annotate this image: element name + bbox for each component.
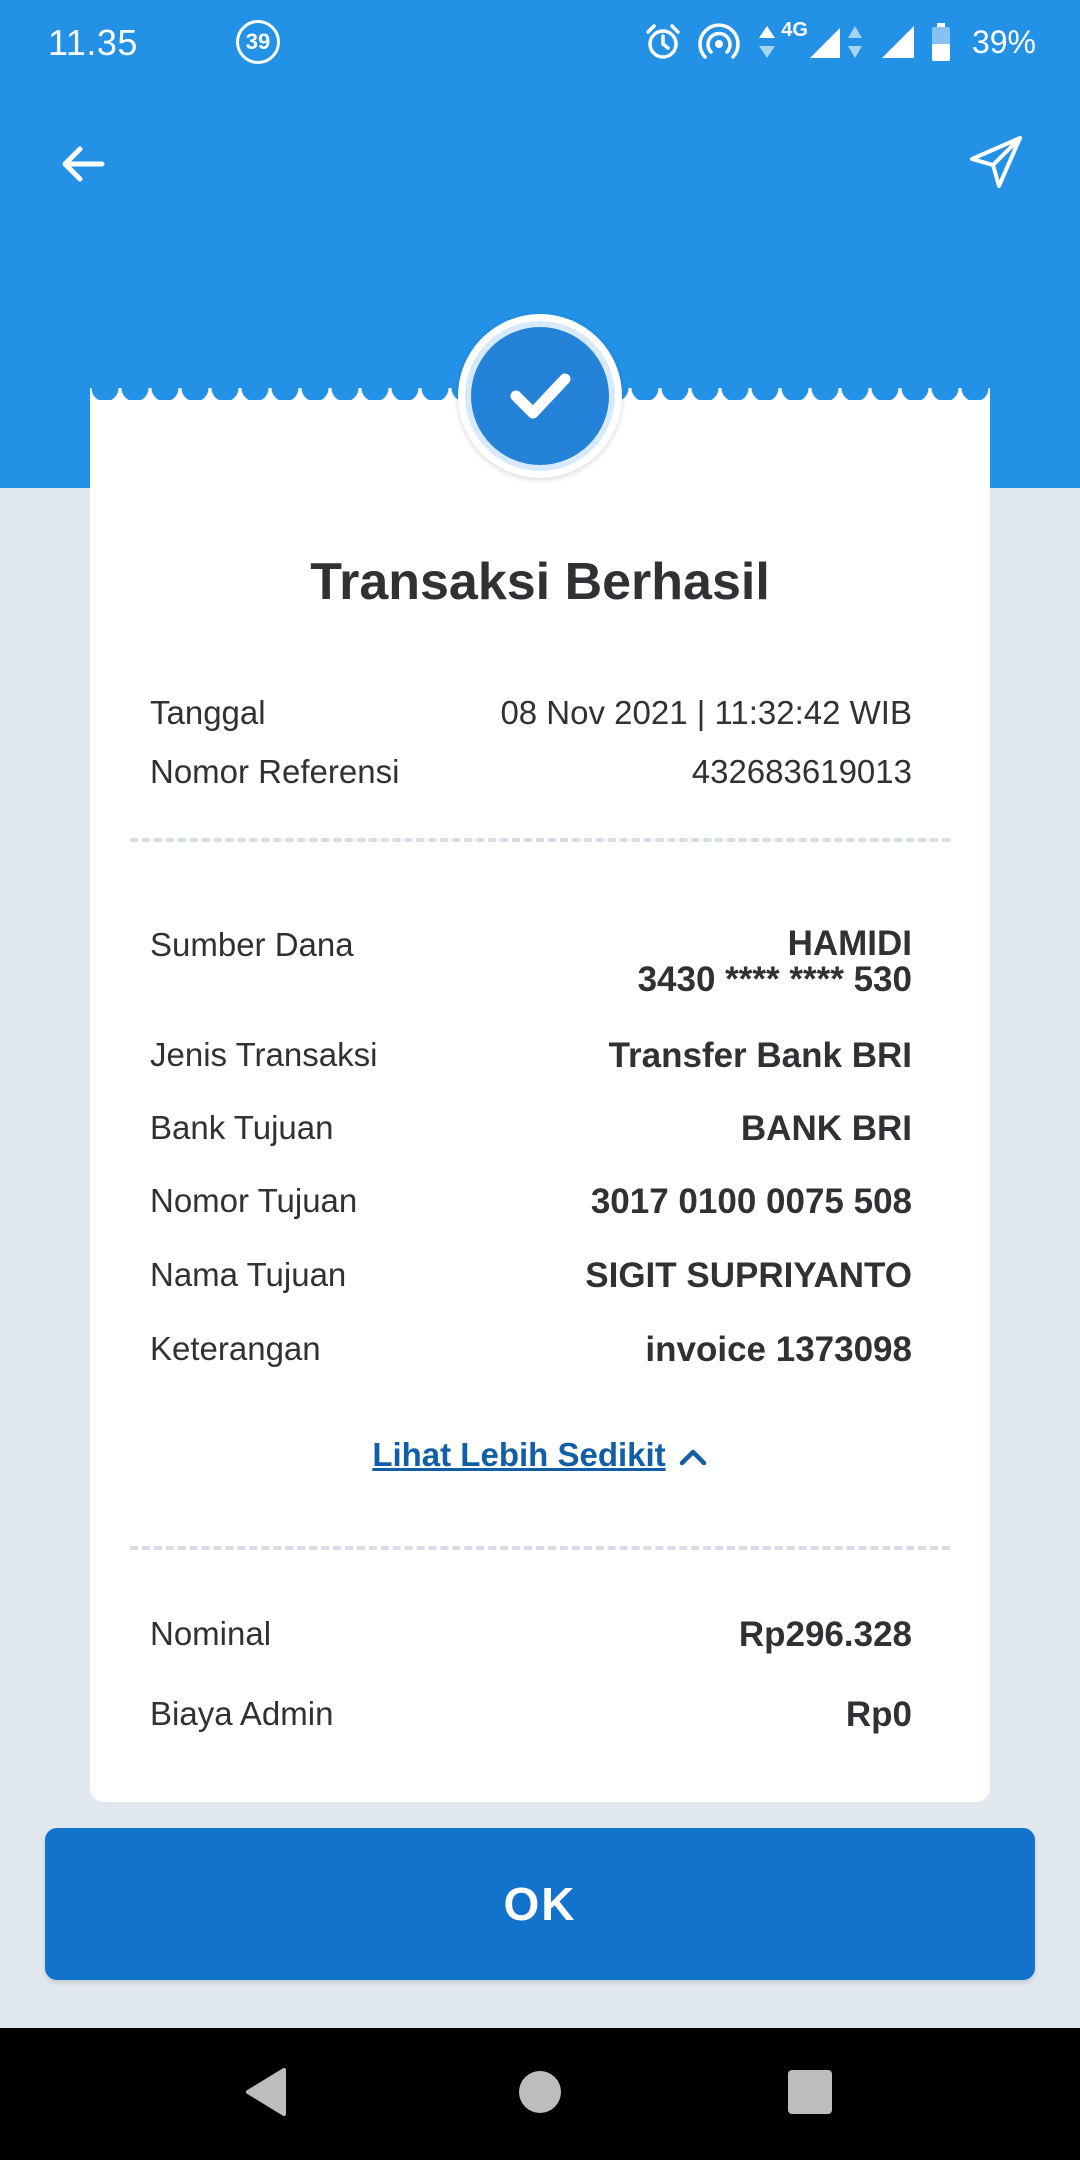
transaction-receipt-screen: 11.35 39 4G 39% Transaksi Berhasil Tangg… xyxy=(0,0,1080,2160)
source-label: Sumber Dana xyxy=(150,926,354,963)
admin-fee-value: Rp0 xyxy=(845,1695,912,1734)
note-value: invoice 1373098 xyxy=(645,1330,912,1369)
destination-number-value: 3017 0100 0075 508 xyxy=(590,1182,912,1221)
divider xyxy=(130,1546,950,1550)
square-recents-icon xyxy=(787,2069,833,2120)
transaction-type-value: Transfer Bank BRI xyxy=(608,1036,912,1075)
amount-row: Nominal Rp296.328 xyxy=(150,1615,912,1655)
admin-fee-row: Biaya Admin Rp0 xyxy=(150,1695,912,1735)
checkmark-icon xyxy=(465,321,615,471)
amount-value: Rp296.328 xyxy=(738,1615,912,1654)
transaction-type-label: Jenis Transaksi xyxy=(150,1036,378,1073)
hotspot-icon xyxy=(697,22,741,62)
destination-number-row: Nomor Tujuan 3017 0100 0075 508 xyxy=(150,1182,912,1222)
destination-name-value: SIGIT SUPRIYANTO xyxy=(585,1256,912,1295)
notification-count-badge: 39 xyxy=(236,20,280,64)
destination-name-row: Nama Tujuan SIGIT SUPRIYANTO xyxy=(150,1256,912,1296)
destination-bank-row: Bank Tujuan BANK BRI xyxy=(150,1109,912,1149)
source-name: HAMIDI xyxy=(787,924,912,963)
arrow-left-icon xyxy=(56,136,112,197)
show-less-link[interactable]: Lihat Lebih Sedikit xyxy=(0,1436,1080,1474)
reference-label: Nomor Referensi xyxy=(150,753,400,790)
status-icons: 4G 39% xyxy=(643,18,1036,66)
circle-home-icon xyxy=(517,2069,563,2120)
nav-back-button[interactable] xyxy=(236,2064,296,2124)
page-title: Transaksi Berhasil xyxy=(310,553,770,611)
back-button[interactable] xyxy=(48,130,120,202)
date-value: 08 Nov 2021 | 11:32:42 WIB xyxy=(500,694,912,731)
source-value: HAMIDI 3430 **** **** 530 xyxy=(638,926,912,998)
destination-number-label: Nomor Tujuan xyxy=(150,1182,358,1219)
nav-home-button[interactable] xyxy=(510,2064,570,2124)
source-row: Sumber Dana HAMIDI 3430 **** **** 530 xyxy=(150,926,912,998)
network-type-label: 4G xyxy=(781,18,808,41)
note-row: Keterangan invoice 1373098 xyxy=(150,1330,912,1370)
amount-label: Nominal xyxy=(150,1615,272,1652)
transaction-type-row: Jenis Transaksi Transfer Bank BRI xyxy=(150,1036,912,1076)
battery-percentage: 39% xyxy=(971,23,1036,60)
signal-icon xyxy=(880,24,916,60)
triangle-back-icon xyxy=(242,2066,290,2123)
nav-recents-button[interactable] xyxy=(780,2064,840,2124)
reference-row: Nomor Referensi 432683619013 xyxy=(150,753,912,791)
reference-value: 432683619013 xyxy=(691,753,912,790)
destination-bank-value: BANK BRI xyxy=(740,1109,912,1148)
mobile-data-4g-icon: 4G xyxy=(755,19,866,60)
destination-name-label: Nama Tujuan xyxy=(150,1256,347,1293)
alarm-icon xyxy=(643,22,683,62)
divider xyxy=(130,838,950,842)
navigation-bar xyxy=(0,2028,1080,2160)
battery-icon xyxy=(930,22,952,62)
success-badge xyxy=(458,314,622,478)
status-bar: 11.35 39 4G 39% xyxy=(0,0,1080,84)
status-time: 11.35 xyxy=(48,22,138,63)
date-label: Tanggal xyxy=(150,694,266,731)
send-icon xyxy=(966,132,1026,197)
share-button[interactable] xyxy=(960,128,1032,200)
show-less-label: Lihat Lebih Sedikit xyxy=(372,1436,666,1473)
source-account: 3430 **** **** 530 xyxy=(637,960,912,999)
chevron-up-icon xyxy=(666,1436,708,1473)
ok-button[interactable]: OK xyxy=(45,1828,1035,1980)
date-row: Tanggal 08 Nov 2021 | 11:32:42 WIB xyxy=(150,694,912,732)
note-label: Keterangan xyxy=(150,1330,321,1367)
admin-fee-label: Biaya Admin xyxy=(150,1695,334,1732)
destination-bank-label: Bank Tujuan xyxy=(150,1109,334,1146)
